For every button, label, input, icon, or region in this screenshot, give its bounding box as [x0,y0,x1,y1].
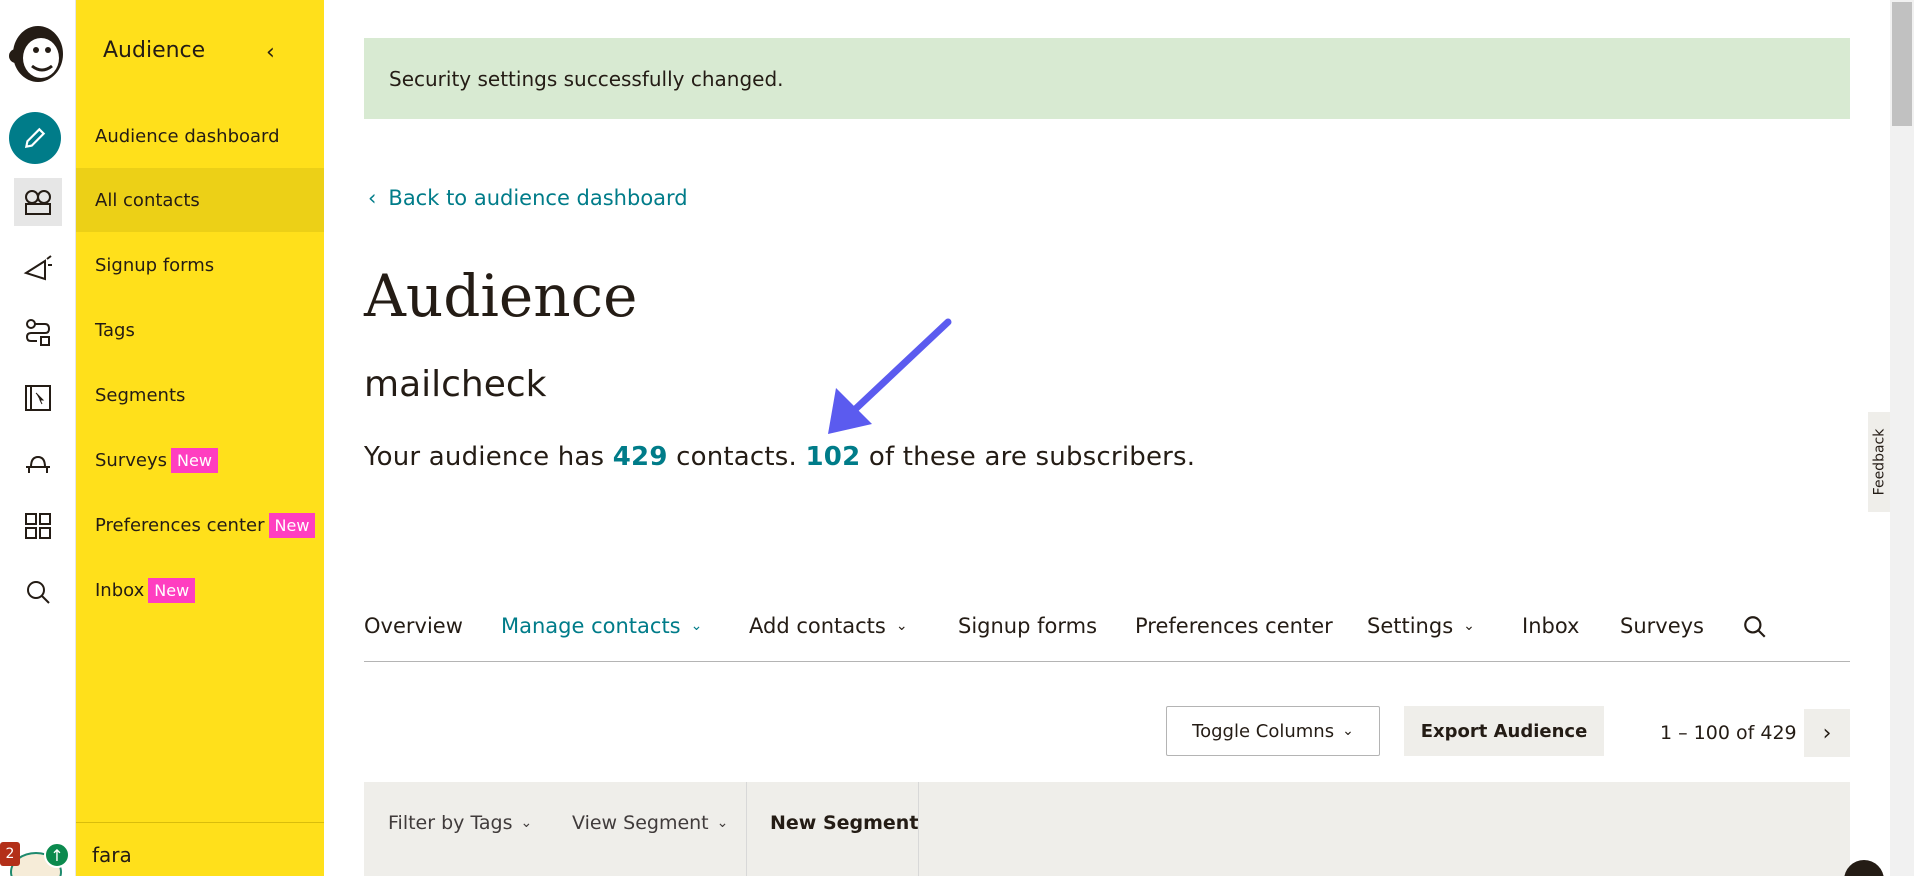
tab-surveys[interactable]: Surveys [1620,614,1704,638]
tab-label: Overview [364,614,463,638]
integrations-grid-icon[interactable] [14,502,62,550]
tab-label: Surveys [1620,614,1704,638]
automations-icon[interactable] [14,308,62,356]
subnav-item-label: Surveys [95,449,167,471]
filter-by-tags-dropdown[interactable]: Filter by Tags ⌄ [388,812,532,834]
summary-suffix: of these are subscribers. [868,442,1196,472]
subnav-item-label: Audience dashboard [95,125,280,147]
new-badge: New [268,512,316,538]
summary-prefix: Your audience has [364,442,605,472]
page-scrollbar[interactable] [1890,0,1914,876]
subnav-item-label: Tags [95,319,135,341]
export-audience-button[interactable]: Export Audience [1404,706,1604,756]
mailchimp-logo-icon[interactable] [4,14,70,86]
view-segment-dropdown[interactable]: View Segment ⌄ [572,812,728,834]
tab-signup-forms[interactable]: Signup forms [958,614,1097,638]
summary-middle: contacts. [676,442,798,472]
subnav-item-surveys[interactable]: Surveys New [76,428,324,492]
website-icon[interactable] [14,374,62,422]
subnav-item-label: Segments [95,384,186,406]
account-footer[interactable]: fara [76,822,324,876]
new-badge: New [148,577,196,603]
contact-count[interactable]: 429 [613,442,668,472]
tab-preferences-center[interactable]: Preferences center [1135,614,1333,638]
tab-settings[interactable]: Settings ⌄ [1367,614,1475,638]
subnav-item-all-contacts[interactable]: All contacts [76,168,324,232]
pagination-info: 1 – 100 of 429 [1660,722,1797,744]
divider [746,782,747,876]
subnav-item-preferences-center[interactable]: Preferences center New [76,493,324,557]
create-pencil-icon[interactable] [9,112,61,164]
chevron-down-icon: ⌄ [895,618,908,634]
subscriber-count[interactable]: 102 [806,442,861,472]
subnav-item-tags[interactable]: Tags [76,298,324,362]
app-icon-rail: 2 ↑ [0,0,76,876]
feedback-tab[interactable]: Feedback [1868,412,1890,512]
tab-label: Settings [1367,614,1454,638]
tab-manage-contacts[interactable]: Manage contacts ⌄ [501,614,702,638]
success-alert: Security settings successfully changed. [364,38,1850,119]
alert-message: Security settings successfully changed. [389,66,784,91]
tab-label: Manage contacts [501,614,681,638]
new-segment-label: New Segment [770,812,919,834]
tab-label: Preferences center [1135,614,1333,638]
subnav-item-audience-dashboard[interactable]: Audience dashboard [76,104,324,168]
back-to-dashboard-link[interactable]: ‹ Back to audience dashboard [368,186,688,210]
content-studio-icon[interactable] [14,438,62,486]
chevron-left-icon: ‹ [368,186,377,210]
new-segment-button[interactable]: New Segment [770,812,918,834]
divider [918,782,919,876]
tab-label: Signup forms [958,614,1098,638]
chevron-down-icon: ⌄ [1342,723,1354,739]
chevron-down-icon: ⌄ [1463,618,1475,634]
account-name: fara [92,843,132,867]
tab-label: Add contacts [749,614,886,638]
chevron-down-icon: ⌄ [690,618,703,634]
subnav-item-label: Inbox [95,579,145,601]
main-content: Security settings successfully changed. … [324,0,1890,876]
chevron-down-icon: ⌄ [520,815,533,831]
subnav-item-label: Preferences center [95,514,265,536]
filter-tags-label: Filter by Tags [388,812,513,834]
audience-icon[interactable] [14,178,62,226]
annotation-arrow-icon [828,318,952,434]
tab-inbox[interactable]: Inbox [1522,614,1579,638]
next-page-chevron-right-icon[interactable]: › [1804,709,1850,757]
view-segment-label: View Segment [572,812,709,834]
scroll-thumb[interactable] [1892,2,1912,126]
filter-bar: Filter by Tags ⌄ View Segment ⌄ New Segmen… [364,782,1850,876]
campaigns-megaphone-icon[interactable] [14,244,62,292]
subnav-item-label: All contacts [95,189,200,211]
audience-subnav: Audience ‹ Audience dashboard All contac… [76,0,324,876]
collapse-chevron-left-icon[interactable]: ‹ [266,40,275,65]
pager-range: 1 – 100 [1660,722,1730,744]
audience-summary: Your audience has 429 contacts. 102 of t… [364,442,1195,472]
audience-name: mailcheck [364,364,547,405]
new-badge: New [171,447,218,473]
subnav-item-label: Signup forms [95,254,215,276]
toggle-columns-label: Toggle Columns [1192,720,1335,742]
audience-tabs: Overview Manage contacts ⌄ Add contacts ⌄ … [364,610,1850,662]
subnav-title: Audience [103,38,206,63]
subnav-item-segments[interactable]: Segments [76,363,324,427]
export-label: Export Audience [1420,720,1588,742]
page-title: Audience [364,262,638,330]
feedback-label: Feedback [1871,428,1888,496]
notification-count-badge: 2 [0,842,20,866]
pager-total: 429 [1760,722,1797,744]
tab-overview[interactable]: Overview [364,614,463,638]
search-icon[interactable] [1742,614,1768,640]
chevron-down-icon: ⌄ [716,815,729,831]
search-icon[interactable] [14,568,62,616]
tab-add-contacts[interactable]: Add contacts ⌄ [749,614,908,638]
back-link-label: Back to audience dashboard [388,186,688,210]
subnav-item-inbox[interactable]: Inbox New [76,558,324,622]
arrow-up-icon[interactable]: ↑ [44,842,70,868]
tab-label: Inbox [1522,614,1580,638]
toggle-columns-button[interactable]: Toggle Columns ⌄ [1166,706,1380,756]
pager-of: of [1735,722,1755,744]
subnav-item-signup-forms[interactable]: Signup forms [76,233,324,297]
